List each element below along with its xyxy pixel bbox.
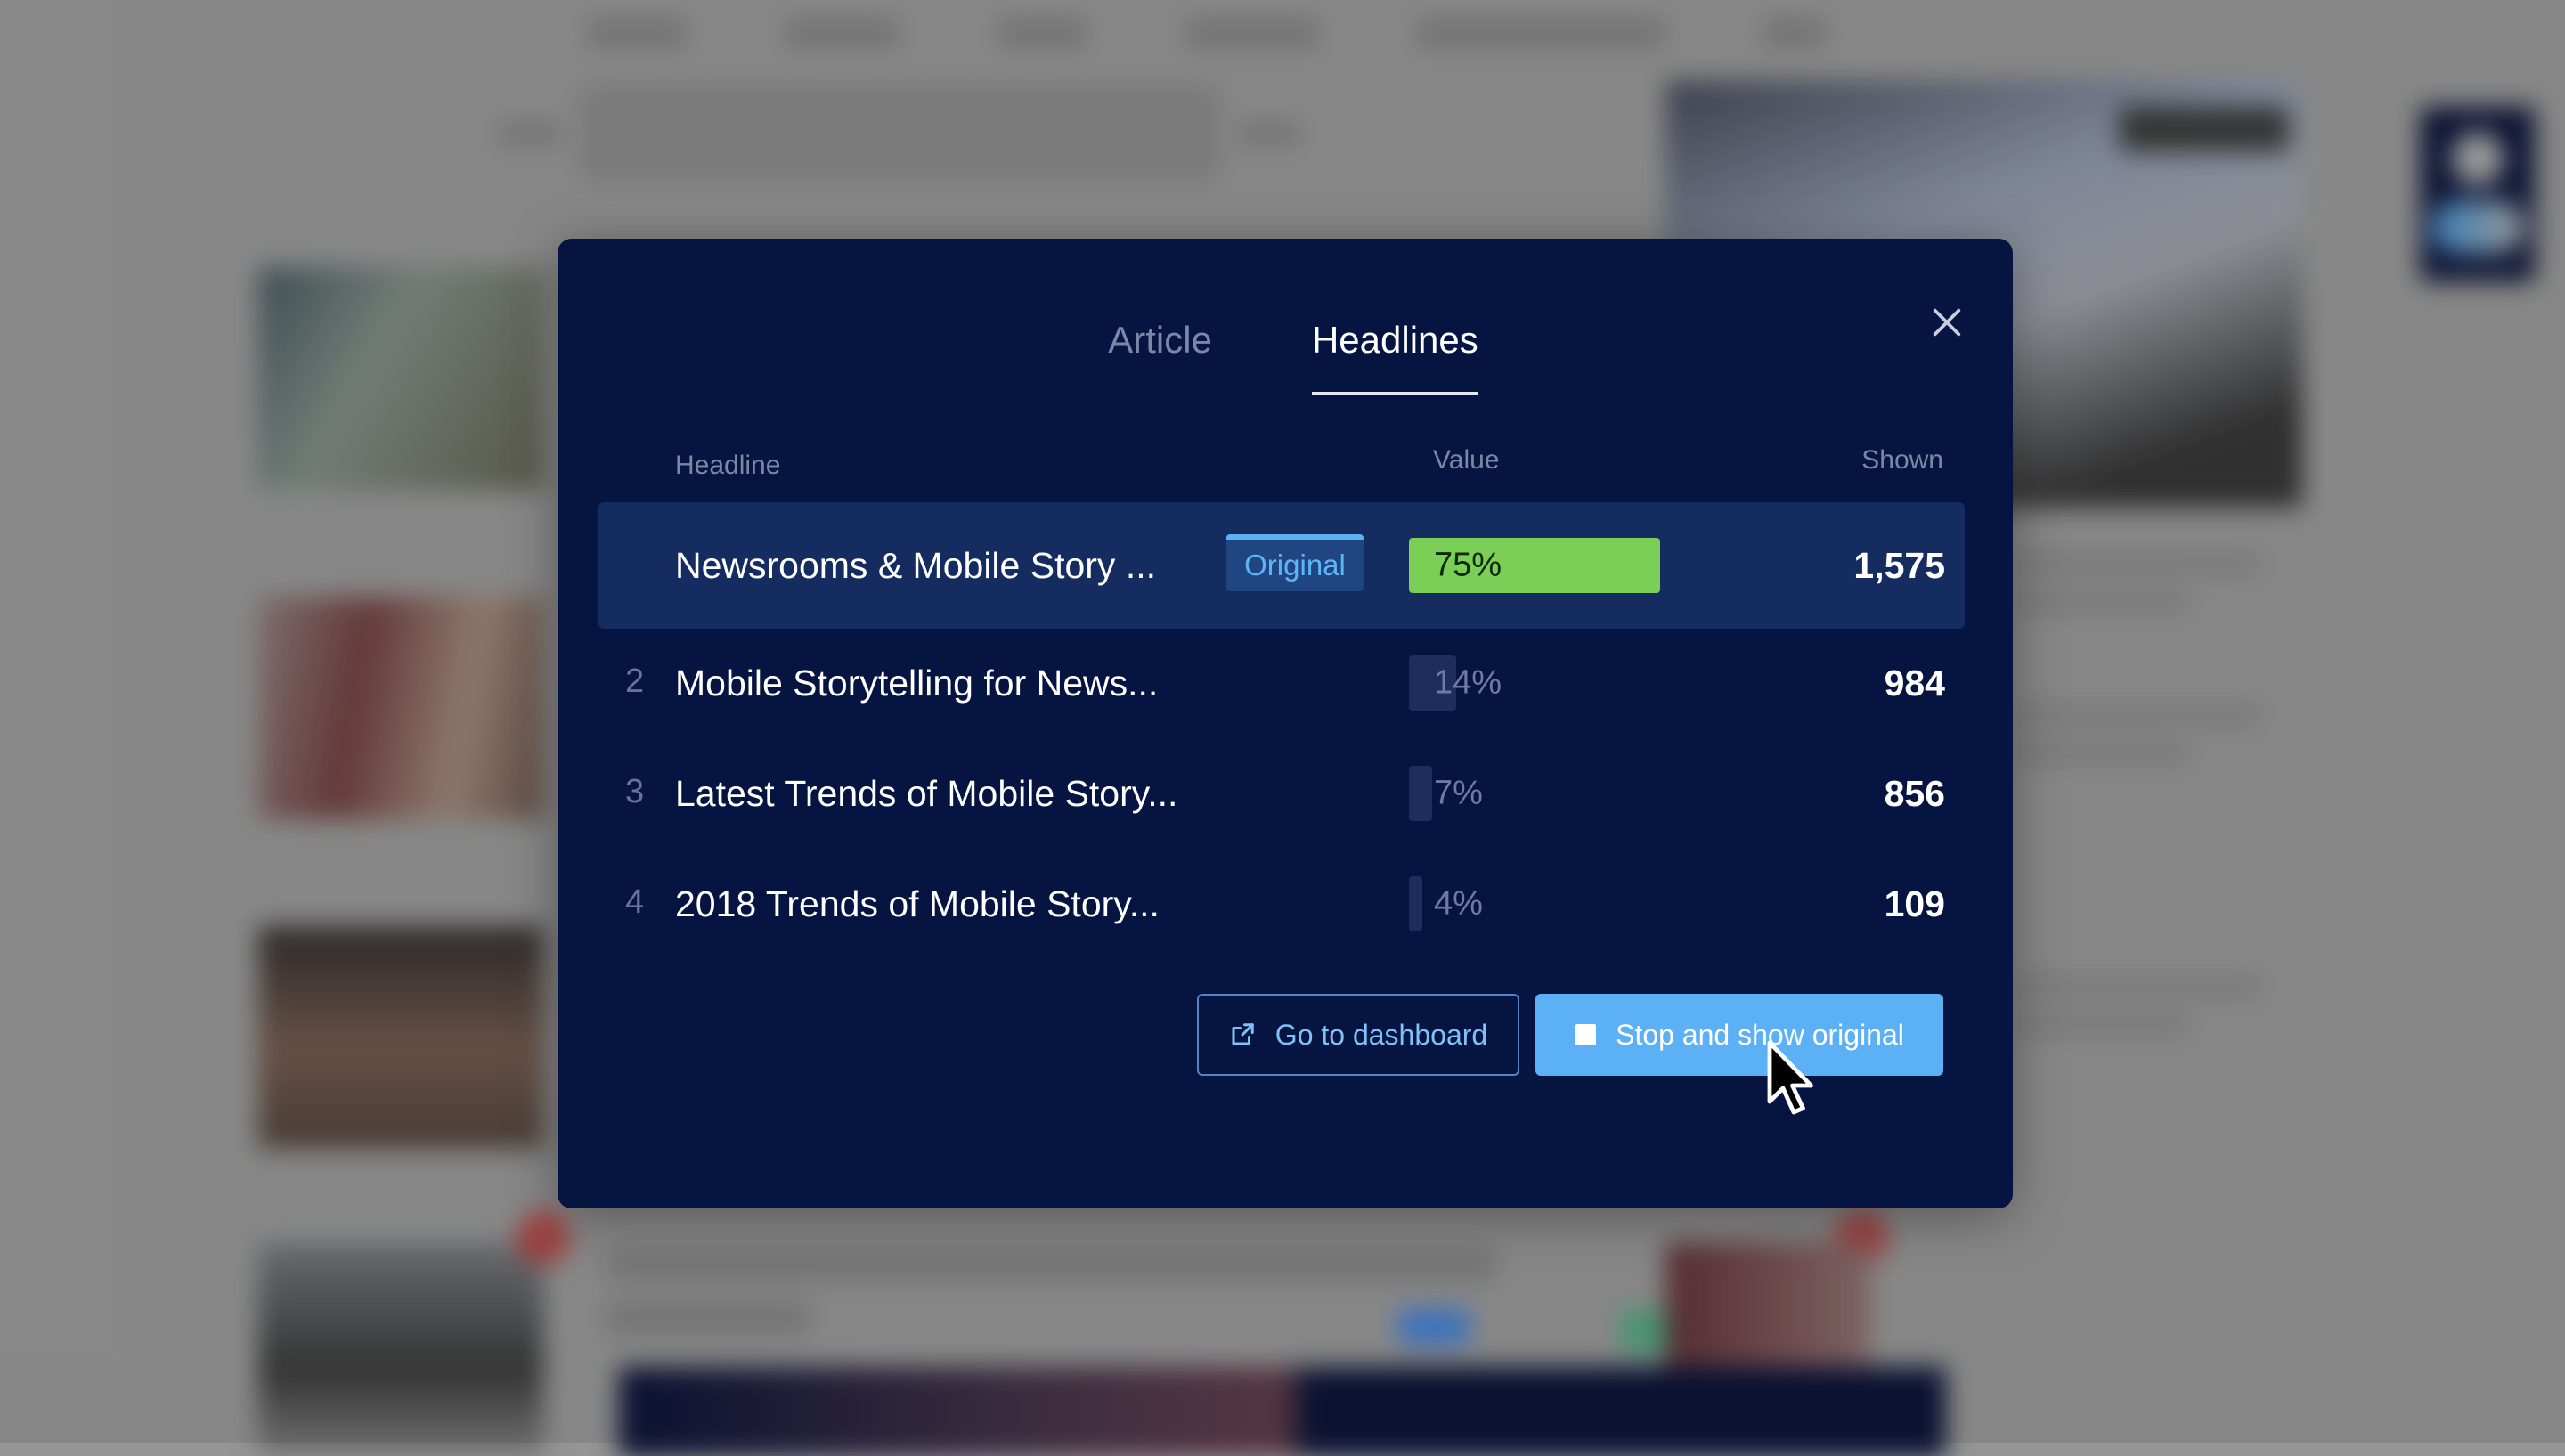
headline-table: Newsrooms & Mobile Story ... Original 75…: [598, 502, 1965, 960]
value-bar-fill: [1409, 766, 1433, 821]
row-shown-count: 109: [1884, 883, 1945, 924]
tab-article[interactable]: Article: [1108, 319, 1212, 395]
value-label: 4%: [1434, 884, 1483, 923]
external-link-icon: [1232, 1023, 1254, 1045]
column-header-headline: Headline: [675, 451, 781, 480]
value-bar: 7%: [1409, 766, 1744, 821]
row-shown-count: 1,575: [1853, 545, 1945, 586]
row-headline: Mobile Storytelling for News...: [675, 663, 1159, 704]
stop-icon: [1575, 1024, 1597, 1045]
go-to-dashboard-label: Go to dashboard: [1274, 1018, 1488, 1051]
tab-headlines[interactable]: Headlines: [1311, 319, 1478, 395]
table-row[interactable]: 4 2018 Trends of Mobile Story... 4% 109: [598, 850, 1965, 960]
modal-actions: Go to dashboard Stop and show original: [1197, 994, 1943, 1076]
row-rank: 2: [625, 663, 645, 700]
column-header-value: Value: [1433, 445, 1500, 475]
value-label: 7%: [1434, 774, 1483, 812]
value-bar-fill: [1409, 876, 1423, 931]
go-to-dashboard-button[interactable]: Go to dashboard: [1197, 994, 1519, 1076]
value-bar: 75%: [1409, 538, 1744, 593]
row-rank: 4: [625, 883, 645, 921]
headline-test-modal: Article Headlines Headline Value Shown N…: [558, 239, 2013, 1208]
table-row[interactable]: 3 Latest Trends of Mobile Story... 7% 85…: [598, 739, 1965, 850]
value-bar: 4%: [1409, 876, 1744, 931]
row-shown-count: 984: [1884, 663, 1945, 704]
original-badge: Original: [1226, 534, 1364, 591]
value-label: 75%: [1434, 546, 1502, 584]
row-headline: Latest Trends of Mobile Story...: [675, 773, 1178, 814]
row-headline: Newsrooms & Mobile Story ...: [675, 545, 1156, 586]
row-headline: 2018 Trends of Mobile Story...: [675, 883, 1160, 924]
row-shown-count: 856: [1884, 773, 1945, 814]
table-row[interactable]: 2 Mobile Storytelling for News... 14% 98…: [598, 629, 1965, 739]
stop-and-show-original-button[interactable]: Stop and show original: [1535, 994, 1943, 1076]
row-rank: 3: [625, 773, 645, 810]
column-header-shown: Shown: [1861, 445, 1943, 475]
value-bar: 14%: [1409, 655, 1744, 711]
stop-and-show-original-label: Stop and show original: [1616, 1018, 1904, 1051]
table-header: Headline Value Shown: [558, 445, 2013, 481]
table-row[interactable]: Newsrooms & Mobile Story ... Original 75…: [598, 502, 1965, 629]
value-label: 14%: [1434, 663, 1502, 702]
modal-tabs: Article Headlines: [558, 319, 2013, 395]
